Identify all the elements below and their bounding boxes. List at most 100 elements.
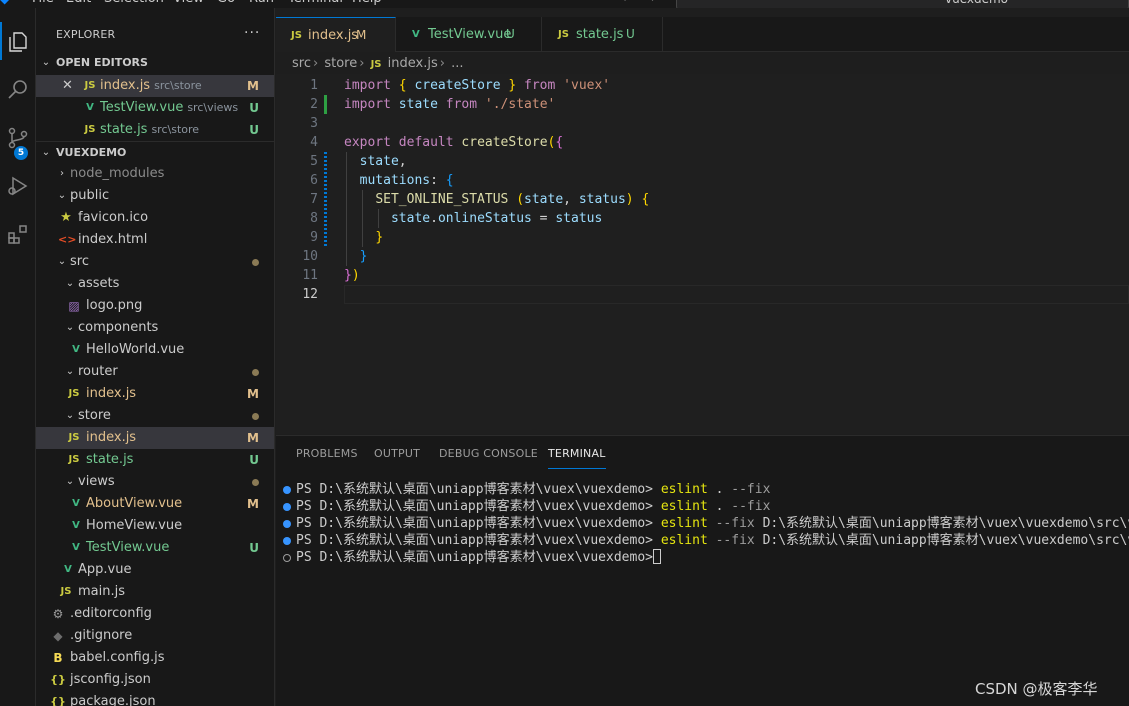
tree-folder[interactable]: ⌄ components — [36, 317, 274, 339]
terminal-line: PS D:\系统默认\桌面\uniapp博客素材\vuex\vuexdemo> … — [296, 482, 771, 497]
terminal-line: PS D:\系统默认\桌面\uniapp博客素材\vuex\vuexdemo> … — [296, 499, 771, 514]
tree-file[interactable]: ▨ logo.png — [36, 295, 274, 317]
tree-file[interactable]: V AboutView.vue M — [36, 493, 274, 515]
js-file-icon: JS — [291, 30, 302, 41]
chevron-down-icon: ⌄ — [65, 322, 75, 333]
tree-folder[interactable]: ⌄ assets — [36, 273, 274, 295]
explorer-title: EXPLORER — [56, 28, 116, 41]
menu-selection[interactable]: Selection — [104, 0, 164, 8]
command-center-search[interactable]: vuexdemo — [676, 0, 1129, 8]
breadcrumb-src[interactable]: src — [292, 56, 311, 71]
tree-file[interactable]: JS index.js M — [36, 383, 274, 405]
search-icon[interactable] — [0, 70, 36, 110]
tree-file[interactable]: V HomeView.vue — [36, 515, 274, 537]
tree-file[interactable]: JS state.js U — [36, 449, 274, 471]
js-file-icon: JS — [60, 586, 72, 597]
open-editors-title: OPEN EDITORS — [56, 56, 148, 69]
modified-dot — [252, 479, 259, 486]
tab-debug-console[interactable]: DEBUG CONSOLE — [439, 447, 538, 469]
git-status-untracked: U — [249, 123, 259, 137]
tree-file[interactable]: ◆ .gitignore — [36, 625, 274, 647]
tab-index-js[interactable]: JS index.js M — [276, 17, 396, 52]
tree-folder[interactable]: › node_modules — [36, 163, 274, 185]
run-debug-icon[interactable] — [0, 166, 36, 206]
menu-help[interactable]: Help — [352, 0, 382, 8]
code-line-1: import { createStore } from 'vuex' — [344, 78, 611, 93]
tree-folder[interactable]: ⌄ src — [36, 251, 274, 273]
open-editor-item[interactable]: ✕ JS index.js src\store M — [36, 75, 274, 97]
git-status-untracked: U — [249, 101, 259, 115]
babel-icon: B — [53, 651, 63, 665]
nav-arrows-icon[interactable]: ←→ — [622, 0, 668, 6]
json-file-icon: {} — [50, 695, 66, 706]
file-name: favicon.ico — [78, 210, 149, 225]
tree-file[interactable]: <> index.html — [36, 229, 274, 251]
tree-file[interactable]: JS index.js M — [36, 427, 274, 449]
tree-file[interactable]: V App.vue — [36, 559, 274, 581]
tree-file[interactable]: ★ favicon.ico — [36, 207, 274, 229]
source-control-badge: 5 — [14, 146, 28, 160]
tree-file[interactable]: ⚙ .editorconfig — [36, 603, 274, 625]
chevron-down-icon: ⌄ — [57, 190, 67, 201]
open-editor-label: TestView.vue src\views — [100, 97, 238, 119]
tree-file[interactable]: JS main.js — [36, 581, 274, 603]
menu-view[interactable]: View — [173, 0, 204, 8]
line-number: 5 — [310, 154, 318, 169]
folder-name: node_modules — [70, 166, 165, 181]
terminal-prompt-line[interactable]: PS D:\系统默认\桌面\uniapp博客素材\vuex\vuexdemo> — [296, 549, 661, 566]
tab-status: U — [506, 27, 515, 41]
file-name: TestView.vue — [100, 100, 184, 115]
tab-output[interactable]: OUTPUT — [374, 447, 420, 469]
tab-problems[interactable]: PROBLEMS — [296, 447, 358, 469]
menu-file[interactable]: File — [32, 0, 54, 8]
tree-folder[interactable]: ⌄ public — [36, 185, 274, 207]
tree-folder[interactable]: ⌄ router — [36, 361, 274, 383]
folder-name: store — [78, 408, 111, 423]
js-file-icon: JS — [68, 454, 80, 465]
menu-terminal[interactable]: Terminal — [288, 0, 343, 8]
more-actions-icon[interactable]: ··· — [244, 25, 260, 41]
chevron-right-icon: › — [60, 168, 64, 179]
menu-run[interactable]: Run — [249, 0, 274, 8]
breadcrumb: src › store › JS index.js › ... — [292, 56, 464, 71]
explorer-icon[interactable] — [0, 22, 36, 62]
git-status-modified: M — [247, 497, 259, 511]
line-number: 2 — [310, 97, 318, 112]
tab-status: M — [356, 28, 367, 42]
tree-folder[interactable]: ⌄ views — [36, 471, 274, 493]
file-name: state.js — [100, 122, 148, 137]
tab-testview-vue[interactable]: V TestView.vue U — [396, 17, 542, 52]
menu-edit[interactable]: Edit — [66, 0, 91, 8]
activity-bar: 5 — [0, 8, 36, 706]
open-editors-header[interactable]: ⌄ OPEN EDITORS — [36, 52, 274, 74]
breadcrumb-symbols[interactable]: ... — [451, 56, 463, 71]
tab-terminal[interactable]: TERMINAL — [548, 447, 606, 469]
tab-state-js[interactable]: JS state.js U — [542, 17, 663, 52]
tree-file[interactable]: V HelloWorld.vue — [36, 339, 274, 361]
tree-file[interactable]: B babel.config.js — [36, 647, 274, 669]
tree-file[interactable]: V TestView.vue U — [36, 537, 274, 559]
project-header[interactable]: ⌄ VUEXDEMO — [36, 142, 274, 164]
file-name: babel.config.js — [70, 650, 165, 665]
tree-file[interactable]: {} jsconfig.json — [36, 669, 274, 691]
folder-name: assets — [78, 276, 120, 291]
tree-file[interactable]: {} package.json — [36, 691, 274, 706]
js-file-icon: JS — [68, 432, 80, 443]
file-name: index.html — [78, 232, 148, 247]
editor-tabs: JS index.js M V TestView.vue U JS state.… — [276, 17, 1129, 52]
code-line-7: SET_ONLINE_STATUS (state, status) { — [375, 192, 650, 207]
extensions-icon[interactable] — [0, 214, 36, 254]
open-editor-item[interactable]: JS state.js src\store U — [36, 119, 274, 141]
close-icon[interactable]: ✕ — [62, 75, 73, 97]
tree-folder[interactable]: ⌄ store — [36, 405, 274, 427]
breadcrumb-store[interactable]: store — [324, 56, 357, 71]
open-editor-item[interactable]: V TestView.vue src\views U — [36, 97, 274, 119]
menu-go[interactable]: Go — [217, 0, 235, 8]
line-number: 11 — [302, 268, 318, 283]
code-editor[interactable]: 1 2 3 4 5 6 7 8 9 10 11 12 import { crea… — [276, 74, 1129, 434]
folder-name: views — [78, 474, 115, 489]
breadcrumb-file[interactable]: index.js — [388, 56, 438, 71]
code-line-2: import state from './state' — [344, 97, 556, 112]
file-name: logo.png — [86, 298, 143, 313]
file-name: .editorconfig — [70, 606, 152, 621]
